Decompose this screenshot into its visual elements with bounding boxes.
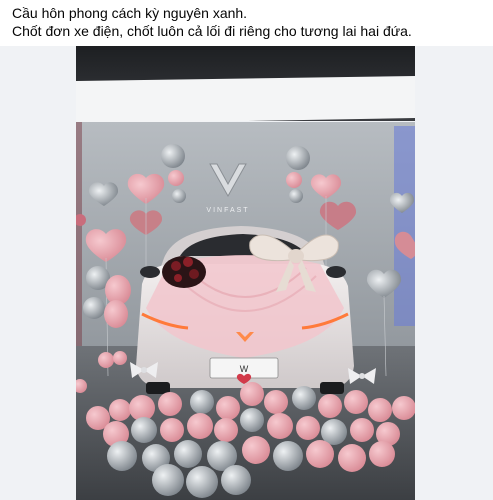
caption-line-1: Cầu hôn phong cách kỳ nguyên xanh.: [12, 5, 248, 21]
plate-text: W: [240, 364, 249, 374]
caption-line-2: Chốt đơn xe điện, chốt luôn cả lối đi ri…: [12, 23, 412, 39]
photo-container[interactable]: VINFAST W: [0, 46, 493, 500]
brand-sign: VINFAST: [206, 207, 249, 214]
post-caption: Cầu hôn phong cách kỳ nguyên xanh. Chốt …: [12, 4, 482, 40]
post-photo[interactable]: VINFAST W: [76, 46, 415, 500]
flower-bouquet: [162, 256, 206, 288]
post-card: Cầu hôn phong cách kỳ nguyên xanh. Chốt …: [0, 0, 493, 500]
